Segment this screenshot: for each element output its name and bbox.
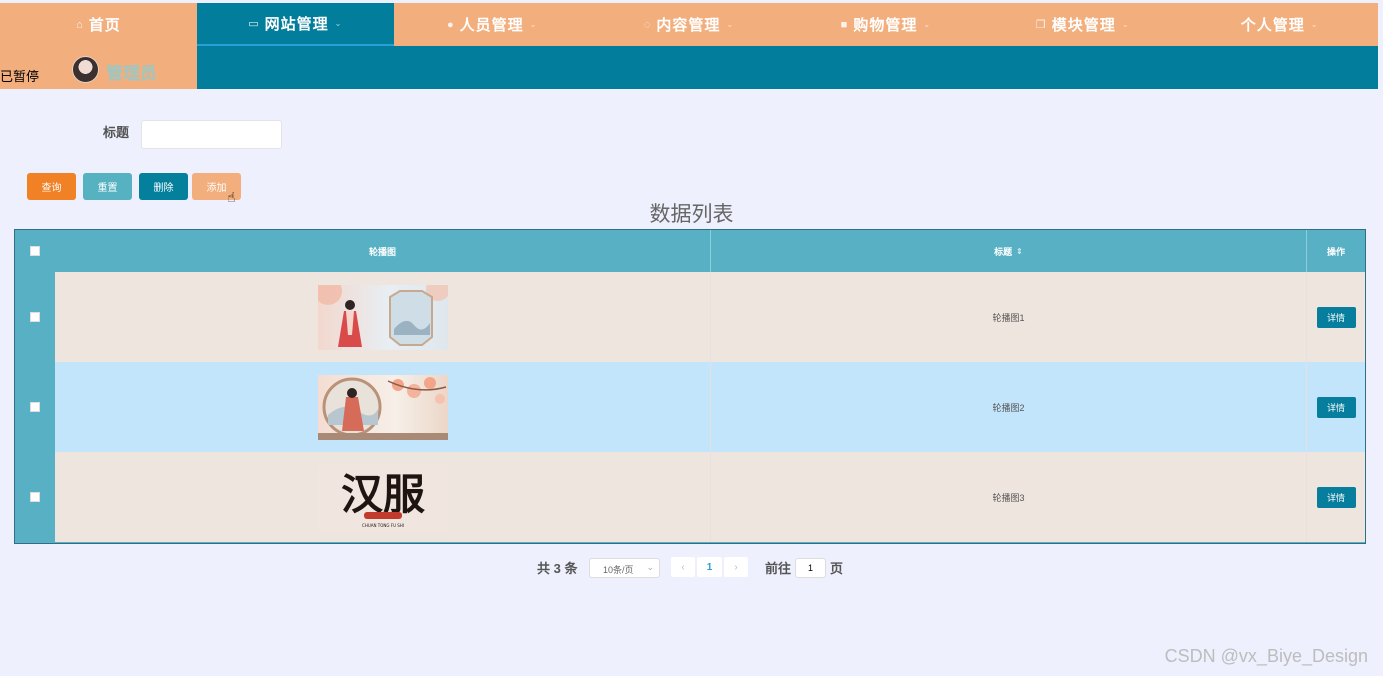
hanfu-girl-window-illustration [317, 284, 448, 347]
nav-item-home[interactable]: ⌂ 首页 [0, 3, 197, 46]
detail-button[interactable]: 详情 [1316, 396, 1356, 418]
total-count: 3 [553, 561, 561, 576]
total-prefix: 共 [537, 561, 551, 576]
header-label: 标题 [994, 246, 1013, 257]
nav-label: 人员管理 [459, 17, 524, 34]
user-icon: ● [446, 18, 455, 31]
avatar[interactable] [72, 56, 99, 83]
carousel-thumbnail[interactable] [317, 374, 448, 440]
image-cell: 汉服 CHUAN TONG FU SHI [55, 452, 711, 542]
action-cell: 详情 [1307, 452, 1365, 542]
bag-icon: ■ [840, 18, 849, 31]
nav-item-shopping[interactable]: ■ 购物管理 ⌄ [787, 3, 984, 46]
goto-suffix: 页 [830, 561, 844, 576]
chevron-down-icon: ⌄ [529, 20, 538, 29]
carousel-thumbnail[interactable] [317, 284, 448, 350]
top-nav: ⌂ 首页 ▭ 网站管理 ⌄ ● 人员管理 ⌄ ◌ 内容管理 ⌄ ■ 购物管理 ⌄ ❐ 模块管理 ⌄ 个… [0, 3, 1378, 46]
table-row: 汉服 CHUAN TONG FU SHI 轮播图3 详情 [15, 452, 1365, 542]
nav-item-site[interactable]: ▭ 网站管理 ⌄ [196, 3, 394, 46]
row-select-cell [15, 452, 55, 542]
prev-page-button[interactable]: ‹ [671, 557, 695, 577]
total-suffix: 条 [564, 561, 578, 576]
sort-icon[interactable]: ⇕ [1016, 247, 1023, 256]
calligraphy-caption: CHUAN TONG FU SHI [362, 523, 404, 528]
title-cell: 轮播图1 [711, 272, 1307, 362]
title-cell: 轮播图2 [711, 362, 1307, 452]
table-header: 轮播图 标题 ⇕ 操作 [15, 230, 1365, 272]
data-table: 轮播图 标题 ⇕ 操作 轮播图1 详情 轮播图2 详情 汉服 CHUAN TON… [14, 229, 1366, 544]
goto-page-input[interactable]: 1 [795, 558, 826, 578]
chevron-down-icon: ⌄ [1310, 20, 1319, 29]
header-label: 轮播图 [368, 246, 396, 257]
pagination-total: 共 3 条 [537, 558, 578, 577]
nav-item-users[interactable]: ● 人员管理 ⌄ [394, 3, 591, 46]
detail-button[interactable]: 详情 [1316, 486, 1356, 508]
detail-button[interactable]: 详情 [1316, 306, 1356, 328]
header-title[interactable]: 标题 ⇕ [711, 230, 1307, 272]
goto-prefix: 前往 [765, 561, 792, 576]
select-all-checkbox[interactable] [30, 246, 40, 256]
search-label: 标题 [103, 125, 130, 140]
calligraphy-text: 汉服 [340, 470, 424, 519]
nav-label: 内容管理 [656, 17, 721, 34]
chevron-down-icon: ⌄ [923, 20, 932, 29]
reset-button[interactable]: 重置 [83, 173, 132, 200]
row-title: 轮播图2 [992, 402, 1025, 413]
chat-icon: ◌ [643, 18, 652, 31]
image-cell [55, 272, 711, 362]
page-size-select[interactable]: 10条/页 ⌄ [589, 558, 660, 578]
header-image: 轮播图 [55, 230, 711, 272]
row-title: 轮播图3 [992, 492, 1025, 503]
hanfu-calligraphy-logo: 汉服 CHUAN TONG FU SHI [340, 470, 424, 528]
table-row: 轮播图2 详情 [15, 362, 1365, 452]
monitor-icon: ▭ [248, 18, 260, 30]
nav-label: 购物管理 [853, 17, 918, 34]
nav-item-content[interactable]: ◌ 内容管理 ⌄ [591, 3, 788, 46]
copy-icon: ❐ [1035, 19, 1047, 31]
watermark: CSDN @vx_Biye_Design [1164, 646, 1368, 666]
chevron-down-icon: ⌄ [334, 19, 343, 28]
row-checkbox[interactable] [30, 402, 40, 412]
header-label: 操作 [1326, 246, 1345, 257]
image-cell [55, 362, 711, 452]
list-title: 数据列表 [649, 203, 734, 226]
row-checkbox[interactable] [30, 312, 40, 322]
query-button[interactable]: 查询 [27, 173, 76, 200]
row-select-cell [15, 362, 55, 452]
home-icon: ⌂ [76, 18, 84, 31]
nav-item-modules[interactable]: ❐ 模块管理 ⌄ [984, 3, 1181, 46]
row-select-cell [15, 272, 55, 362]
sub-bar [197, 46, 1378, 89]
table-row: 轮播图1 详情 [15, 272, 1365, 362]
row-title: 轮播图1 [992, 312, 1025, 323]
chevron-down-icon: ⌄ [646, 562, 654, 572]
paused-overlay-text: 已暂停 [0, 69, 40, 84]
row-checkbox[interactable] [30, 492, 40, 502]
chevron-down-icon: ⌄ [1121, 20, 1130, 29]
nav-label: 个人管理 [1240, 17, 1305, 34]
nav-item-personal[interactable]: 个人管理 ⌄ [1181, 3, 1378, 46]
select-all-cell [15, 230, 55, 272]
round-window-illustration [317, 376, 448, 440]
chevron-down-icon: ⌄ [726, 20, 735, 29]
page-number-current[interactable]: 1 [697, 557, 722, 577]
carousel-thumbnail[interactable]: 汉服 CHUAN TONG FU SHI [317, 464, 448, 530]
delete-button[interactable]: 删除 [139, 173, 188, 200]
nav-label: 模块管理 [1051, 17, 1116, 34]
title-search-input[interactable] [141, 120, 282, 149]
nav-label: 网站管理 [264, 16, 329, 33]
header-action: 操作 [1307, 230, 1365, 272]
user-name: 管理员 [106, 64, 157, 83]
page-size-value: 10条/页 [603, 565, 634, 575]
title-cell: 轮播图3 [711, 452, 1307, 542]
next-page-button[interactable]: › [724, 557, 748, 577]
action-cell: 详情 [1307, 362, 1365, 452]
action-cell: 详情 [1307, 272, 1365, 362]
nav-label: 首页 [88, 17, 121, 34]
